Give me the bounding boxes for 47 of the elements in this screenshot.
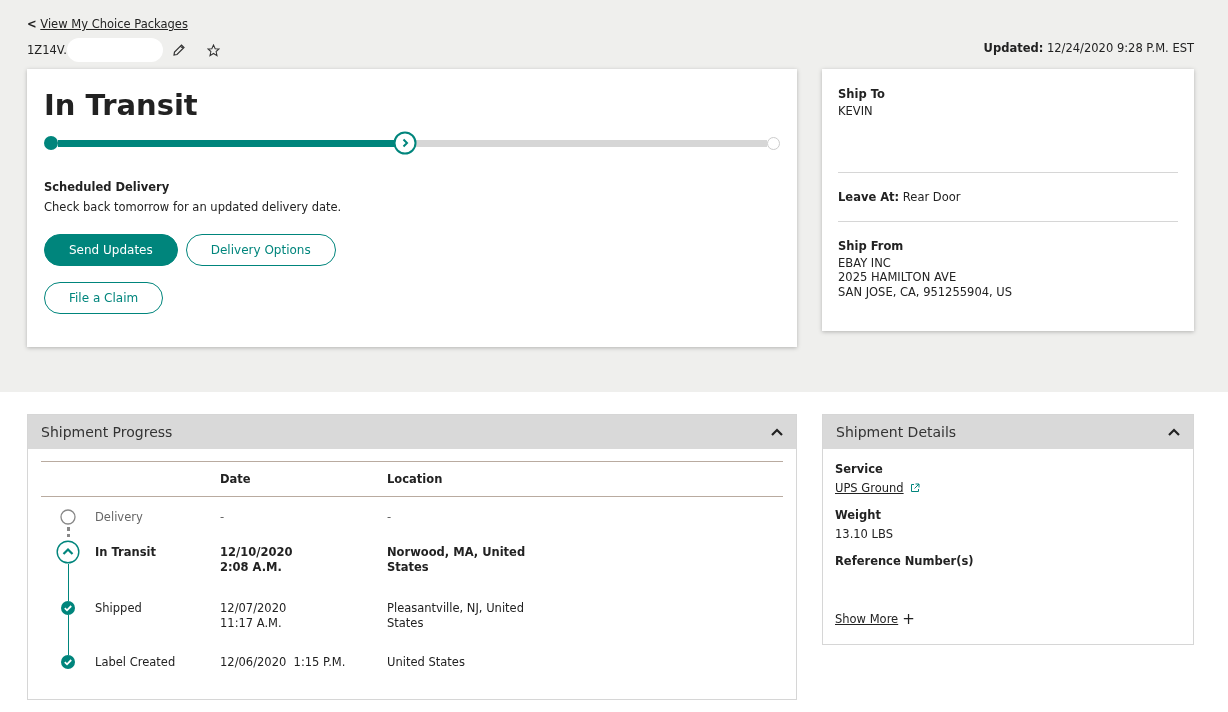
event-location: Norwood, MA, United States bbox=[387, 545, 527, 576]
reference-label: Reference Number(s) bbox=[835, 554, 975, 568]
event-location: - bbox=[387, 510, 393, 526]
action-button[interactable]: Send Updates bbox=[44, 234, 178, 266]
panel-header[interactable]: Shipment Details bbox=[823, 415, 1193, 449]
event-date: 12/06/2020 1:15 P.M. bbox=[220, 655, 347, 671]
external-link-icon[interactable] bbox=[909, 483, 920, 493]
empty-circle-icon bbox=[60, 509, 76, 525]
ship-from-label: Ship From bbox=[838, 238, 905, 253]
updated-timestamp: Updated: 12/24/2020 9:28 P.M. EST bbox=[983, 41, 1194, 55]
caret-icon[interactable] bbox=[770, 427, 784, 437]
weight-value: 13.10 LBS bbox=[835, 527, 894, 541]
plus-icon[interactable]: + bbox=[902, 613, 915, 625]
star-icon[interactable] bbox=[206, 43, 220, 57]
event-date: - bbox=[220, 510, 226, 526]
action-button[interactable]: File a Claim bbox=[44, 282, 164, 314]
column-header: Date bbox=[220, 472, 252, 486]
status-heading: In Transit bbox=[44, 87, 199, 123]
service-link[interactable]: UPS Ground bbox=[835, 481, 904, 495]
pencil-icon[interactable] bbox=[171, 43, 186, 57]
panel-title: Shipment Details bbox=[836, 424, 957, 440]
event-date: 12/10/2020 2:08 A.M. bbox=[220, 545, 294, 576]
address-line: EBAY INC bbox=[838, 255, 892, 270]
panel-header[interactable]: Shipment Progress bbox=[28, 415, 796, 449]
address-line: SAN JOSE, CA, 951255904, US bbox=[838, 284, 1014, 299]
scheduled-delivery-text: Check back tomorrow for an updated delivery date. bbox=[44, 200, 343, 214]
event-name: In Transit bbox=[95, 545, 157, 561]
column-header: Location bbox=[387, 472, 444, 486]
event-name: Label Created bbox=[95, 655, 177, 671]
back-link[interactable]: < View My Choice Packages bbox=[27, 17, 188, 31]
event-name: Shipped bbox=[95, 601, 143, 617]
event-location: United States bbox=[387, 655, 466, 671]
service-label: Service bbox=[835, 462, 884, 476]
address-line: 2025 HAMILTON AVE bbox=[838, 270, 958, 285]
address-line: KEVIN bbox=[838, 104, 874, 119]
action-button[interactable]: Delivery Options bbox=[185, 234, 336, 266]
event-name: Delivery bbox=[95, 510, 144, 526]
tracking-number: 1Z14V. bbox=[27, 43, 67, 57]
show-more-link[interactable]: Show More bbox=[835, 612, 899, 626]
ship-to-label: Ship To bbox=[838, 87, 886, 101]
weight-label: Weight bbox=[835, 508, 882, 522]
leave-at-text: Leave At: Rear Door bbox=[838, 190, 962, 205]
event-location: Pleasantville, NJ, United States bbox=[387, 601, 525, 632]
event-date: 12/07/2020 11:17 A.M. bbox=[220, 601, 288, 632]
caret-icon[interactable] bbox=[1167, 427, 1181, 437]
panel-title: Shipment Progress bbox=[41, 424, 173, 440]
scheduled-delivery-label: Scheduled Delivery bbox=[44, 180, 171, 194]
